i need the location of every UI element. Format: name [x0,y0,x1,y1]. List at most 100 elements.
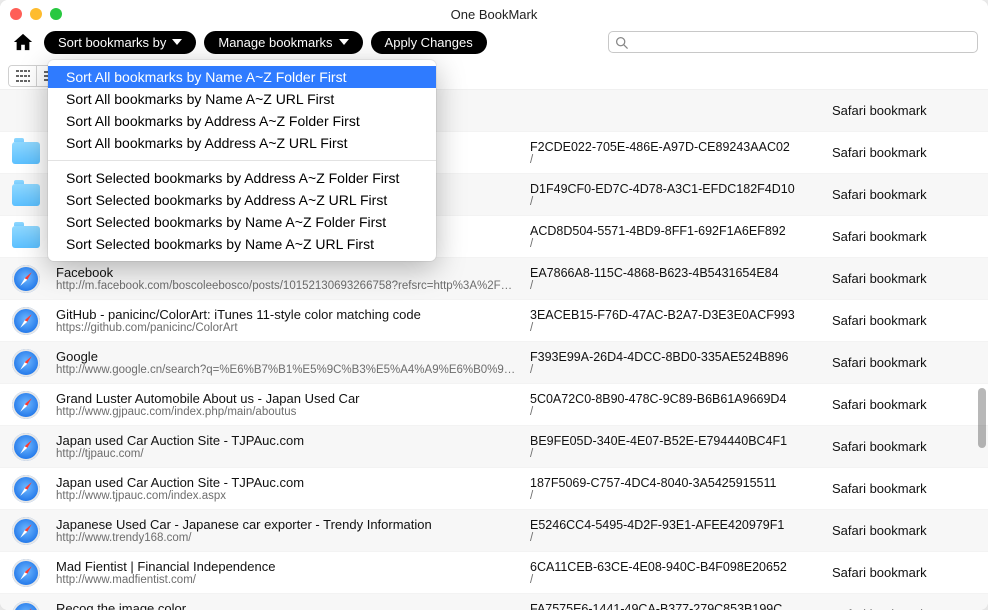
bookmark-path: / [530,448,812,460]
safari-icon [12,475,40,503]
row-source-col: Safari bookmark [832,271,980,286]
row-icon [8,184,44,206]
sort-bookmarks-button[interactable]: Sort bookmarks by [44,31,196,54]
row-source-col: Safari bookmark [832,565,980,580]
folder-icon [12,142,40,164]
row-source-col: Safari bookmark [832,439,980,454]
bookmark-row[interactable]: Googlehttp://www.google.cn/search?q=%E6%… [0,342,988,384]
row-icon [8,559,44,587]
bookmark-path: / [530,322,812,334]
apply-changes-button[interactable]: Apply Changes [371,31,487,54]
row-source-col: Safari bookmark [832,229,980,244]
bookmark-url: http://www.madfientist.com/ [56,574,518,586]
bookmark-id: ACD8D504-5571-4BD9-8FF1-692F1A6EF892 [530,224,812,238]
row-id-col: 6CA11CEB-63CE-4E08-940C-B4F098E20652/ [530,560,820,586]
bookmark-path: / [530,280,812,292]
apply-changes-label: Apply Changes [385,35,473,50]
bookmark-url: http://m.facebook.com/boscoleebosco/post… [56,280,518,292]
row-icon [8,517,44,545]
row-icon [8,142,44,164]
close-window-button[interactable] [10,8,22,20]
row-icon [8,265,44,293]
sort-option[interactable]: Sort Selected bookmarks by Address A~Z F… [48,167,436,189]
bookmark-source: Safari bookmark [832,145,980,160]
manage-bookmarks-label: Manage bookmarks [218,35,332,50]
bookmark-row[interactable]: Mad Fientist | Financial Independencehtt… [0,552,988,594]
row-id-col: ACD8D504-5571-4BD9-8FF1-692F1A6EF892/ [530,224,820,250]
row-id-col: F2CDE022-705E-486E-A97D-CE89243AAC02/ [530,140,820,166]
search-input[interactable] [632,35,971,49]
sort-option[interactable]: Sort All bookmarks by Address A~Z URL Fi… [48,132,436,154]
row-source-col: Safari bookmark [832,481,980,496]
row-icon [8,349,44,377]
grid-icon [16,70,30,82]
row-icon [8,226,44,248]
row-main: Mad Fientist | Financial Independencehtt… [56,559,518,586]
bookmark-id: E5246CC4-5495-4D2F-93E1-AFEE420979F1 [530,518,812,532]
sort-option[interactable]: Sort All bookmarks by Name A~Z Folder Fi… [48,66,436,88]
bookmark-path: / [530,574,812,586]
bookmark-id: 6CA11CEB-63CE-4E08-940C-B4F098E20652 [530,560,812,574]
bookmark-source: Safari bookmark [832,313,980,328]
scrollbar[interactable] [978,220,986,602]
minimize-window-button[interactable] [30,8,42,20]
bookmark-title: Japan used Car Auction Site - TJPAuc.com [56,475,518,490]
sort-option[interactable]: Sort Selected bookmarks by Address A~Z U… [48,189,436,211]
row-main: Grand Luster Automobile About us - Japan… [56,391,518,418]
bookmark-source: Safari bookmark [832,481,980,496]
bookmark-id: EA7866A8-115C-4868-B623-4B5431654E84 [530,266,812,280]
chevron-down-icon [172,39,182,45]
bookmark-source: Safari bookmark [832,397,980,412]
bookmark-row[interactable]: Japan used Car Auction Site - TJPAuc.com… [0,426,988,468]
bookmark-title: Japan used Car Auction Site - TJPAuc.com [56,433,518,448]
home-button[interactable] [10,31,36,53]
manage-bookmarks-button[interactable]: Manage bookmarks [204,31,362,54]
search-field[interactable] [608,31,978,53]
sort-option[interactable]: Sort Selected bookmarks by Name A~Z URL … [48,233,436,255]
bookmark-source: Safari bookmark [832,103,980,118]
row-id-col: E5246CC4-5495-4D2F-93E1-AFEE420979F1/ [530,518,820,544]
bookmark-row[interactable]: Japanese Used Car - Japanese car exporte… [0,510,988,552]
bookmark-path: / [530,532,812,544]
row-icon [8,307,44,335]
bookmark-row[interactable]: Facebookhttp://m.facebook.com/boscoleebo… [0,258,988,300]
menu-separator [48,160,436,161]
folder-icon [12,226,40,248]
row-icon [8,601,44,610]
row-source-col: Safari bookmark [832,355,980,370]
bookmark-title: Google [56,349,518,364]
bookmark-row[interactable]: Grand Luster Automobile About us - Japan… [0,384,988,426]
sort-option[interactable]: Sort All bookmarks by Name A~Z URL First [48,88,436,110]
bookmark-source: Safari bookmark [832,355,980,370]
safari-icon [12,559,40,587]
titlebar: One BookMark [0,0,988,28]
bookmark-title: Facebook [56,265,518,280]
app-window: One BookMark Sort bookmarks by Manage bo… [0,0,988,610]
sort-option[interactable]: Sort Selected bookmarks by Name A~Z Fold… [48,211,436,233]
bookmark-row[interactable]: Japan used Car Auction Site - TJPAuc.com… [0,468,988,510]
bookmark-source: Safari bookmark [832,229,980,244]
safari-icon [12,391,40,419]
row-main: Japan used Car Auction Site - TJPAuc.com… [56,433,518,460]
row-id-col: BE9FE05D-340E-4E07-B52E-E794440BC4F1/ [530,434,820,460]
view-mode-grid-button[interactable] [9,66,37,86]
bookmark-url: http://www.tjpauc.com/index.aspx [56,490,518,502]
bookmark-path: / [530,406,812,418]
search-icon [615,36,628,49]
bookmark-path: / [530,238,812,250]
row-id-col: F393E99A-26D4-4DCC-8BD0-335AE524B896/ [530,350,820,376]
bookmark-path: / [530,196,812,208]
bookmark-row[interactable]: Recog the image colorhttps://panic.com/b… [0,594,988,610]
zoom-window-button[interactable] [50,8,62,20]
window-title: One BookMark [0,7,988,22]
bookmark-url: http://tjpauc.com/ [56,448,518,460]
row-id-col: FA7575E6-1441-49CA-B377-279C853B199C/ [530,602,820,610]
bookmark-source: Safari bookmark [832,271,980,286]
bookmark-row[interactable]: GitHub - panicinc/ColorArt: iTunes 11-st… [0,300,988,342]
folder-icon [12,184,40,206]
row-source-col: Safari bookmark [832,103,980,118]
safari-icon [12,349,40,377]
scrollbar-thumb[interactable] [978,388,986,448]
row-id-col: 3EACEB15-F76D-47AC-B2A7-D3E3E0ACF993/ [530,308,820,334]
sort-option[interactable]: Sort All bookmarks by Address A~Z Folder… [48,110,436,132]
